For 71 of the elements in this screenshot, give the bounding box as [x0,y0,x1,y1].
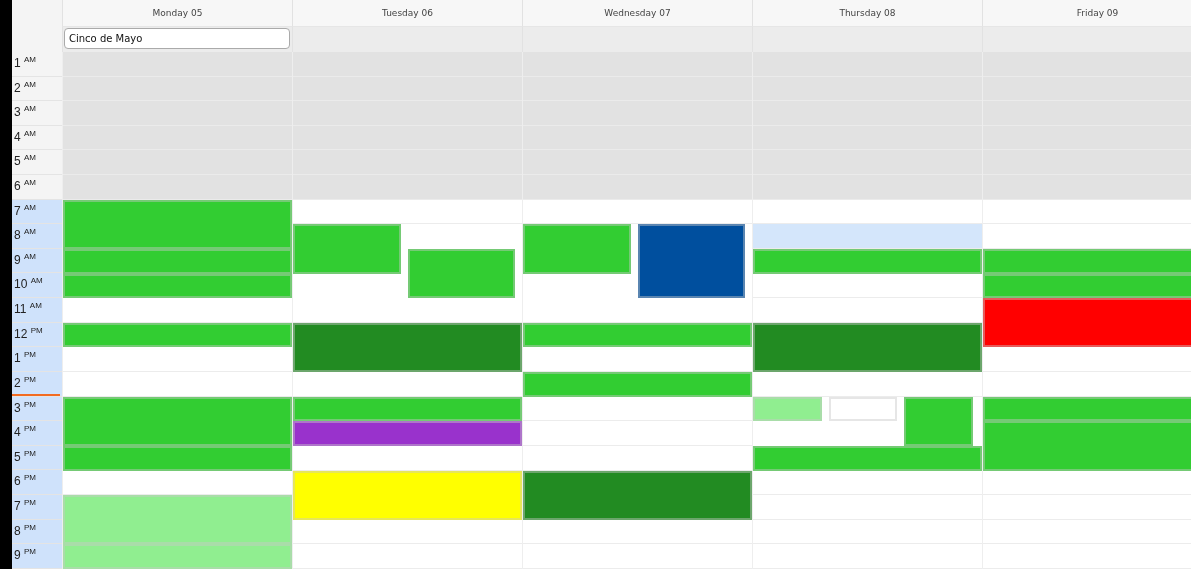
calendar-event[interactable] [523,323,752,347]
day-header[interactable]: Wednesday 07 [522,0,752,27]
hour-label: 9 $^{AM}$ [12,248,62,274]
hour-label: 5 $^{PM}$ [12,445,62,471]
calendar-event[interactable] [293,323,522,347]
calendar-event[interactable] [828,397,898,421]
calendar-event[interactable] [293,397,522,421]
calendar-event[interactable] [63,224,292,249]
calendar-event[interactable] [293,421,522,446]
hour-label: 7 $^{AM}$ [12,199,62,225]
hour-label: 5 $^{AM}$ [12,150,62,176]
calendar-event[interactable] [983,397,1191,421]
calendar-event[interactable] [407,249,516,274]
day-header[interactable]: Tuesday 06 [292,0,522,27]
hour-label: 7 $^{PM}$ [12,494,62,520]
calendar-event[interactable] [293,224,401,249]
day-header[interactable]: Monday 05 [62,0,292,27]
hour-label: 4 $^{AM}$ [12,125,62,151]
calendar-event[interactable] [983,298,1191,323]
calendar-event[interactable] [63,520,292,544]
hour-label: 11 $^{AM}$ [12,298,62,323]
calendar-event[interactable] [63,249,292,274]
hour-label: 8 $^{AM}$ [12,224,62,249]
hour-label: 8 $^{PM}$ [12,519,62,545]
calendar-event[interactable] [63,200,292,224]
calendar-event[interactable] [293,347,522,372]
calendar-event[interactable] [293,471,522,495]
calendar-event[interactable] [753,446,982,471]
calendar-event[interactable] [637,274,746,298]
hour-label: 2 $^{AM}$ [12,76,62,102]
hour-label: 1 $^{AM}$ [12,52,62,77]
calendar-event[interactable] [904,397,973,421]
calendar-event[interactable] [983,249,1191,274]
calendar-event[interactable] [637,224,746,249]
header-corner [12,0,62,27]
hour-label: 6 $^{PM}$ [12,470,62,495]
time-slot[interactable] [753,224,982,249]
calendar-event[interactable] [63,495,292,520]
calendar-event[interactable] [293,495,522,520]
calendar-event[interactable] [63,397,292,421]
calendar-event[interactable] [983,274,1191,298]
hour-label: 9 $^{PM}$ [12,544,62,569]
calendar-event[interactable] [753,323,982,347]
calendar-event[interactable] [983,446,1191,471]
calendar-event[interactable] [63,421,292,446]
hour-label: 6 $^{AM}$ [12,175,62,200]
calendar-event[interactable] [753,397,822,421]
calendar-event[interactable] [904,421,973,446]
calendar-event[interactable] [63,446,292,471]
calendar-event[interactable] [983,323,1191,347]
calendar-event[interactable] [523,224,631,249]
day-header[interactable]: Thursday 08 [752,0,982,27]
calendar-event[interactable] [523,249,631,274]
calendar-event[interactable] [523,471,752,495]
calendar-event[interactable] [523,495,752,520]
hour-label: 1 $^{PM}$ [12,347,62,372]
hour-label: 10 $^{AM}$ [12,273,62,299]
calendar-event[interactable] [63,323,292,347]
calendar-event[interactable] [523,372,752,397]
hour-label: 4 $^{PM}$ [12,421,62,446]
calendar-event[interactable] [63,544,292,569]
calendar-event[interactable] [983,421,1191,446]
hour-label: 12 $^{PM}$ [12,322,62,348]
hour-label: 3 $^{PM}$ [12,396,62,422]
calendar-event[interactable] [753,249,982,274]
calendar-event[interactable] [407,274,516,298]
calendar-event[interactable] [753,347,982,372]
calendar-event[interactable] [63,274,292,298]
hour-label: 3 $^{AM}$ [12,101,62,126]
day-header[interactable]: Friday 09 [982,0,1191,27]
calendar-event[interactable] [293,249,401,274]
